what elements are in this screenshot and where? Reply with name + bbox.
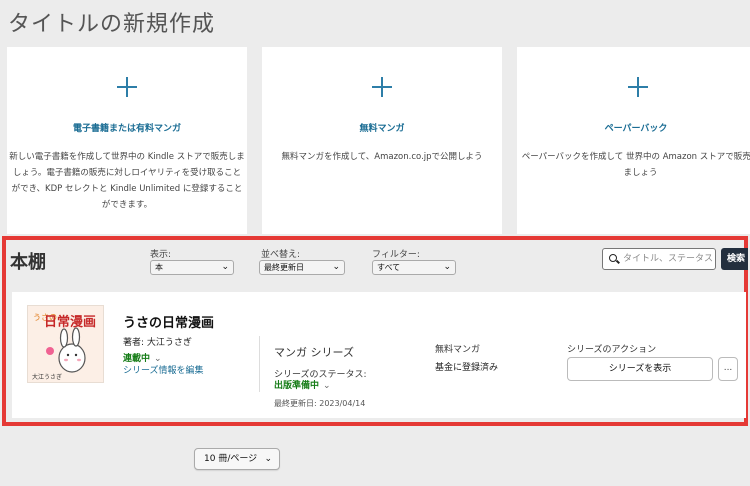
card-description: 無料マンガを作成して、Amazon.co.jpで公開しよう <box>281 152 483 162</box>
page-title: タイトルの新規作成 <box>8 12 216 37</box>
chevron-down-icon: ⌄ <box>332 262 340 272</box>
card-description: 新しい電子書籍を作成して世界中の Kindle ストアで販売しましょう。電子書籍… <box>9 152 245 210</box>
plus-icon <box>628 77 649 97</box>
card-paperback[interactable]: ペーパーバック ペーパーバックを作成して 世界中の Amazon ストアで販売し… <box>517 47 750 234</box>
series-status-dropdown[interactable]: 出版準備中 ⌄ <box>274 378 331 391</box>
series-type: マンガ シリーズ <box>274 346 354 359</box>
display-select[interactable]: 本 ⌄ <box>150 260 234 275</box>
series-actions-label: シリーズのアクション <box>567 345 657 355</box>
book-row: うさの 日常漫画 大江うさぎ うさの日常漫画 著者: 大江うさぎ 連載中 ⌄ シリ… <box>12 292 746 418</box>
bookshelf-section: 本棚 表示: 本 ⌄ 並べ替え: 最終更新日 ⌄ フィルター: すべて ⌄ タイ… <box>2 236 748 426</box>
filter-select-value: すべて <box>377 263 401 272</box>
cover-title: 日常漫画 <box>44 314 96 330</box>
edit-series-link[interactable]: シリーズ情報を編集 <box>123 363 204 376</box>
cover-author: 大江うさぎ <box>32 373 62 381</box>
per-page-select[interactable]: 10 冊/ページ ⌄ <box>194 448 280 470</box>
free-manga-status: 基金に登録済み <box>435 363 499 373</box>
plus-icon <box>117 77 137 97</box>
chevron-down-icon: ⌄ <box>443 262 451 272</box>
per-page-value: 10 冊/ページ <box>204 454 258 464</box>
card-ebook[interactable]: 電子書籍または有料マンガ 新しい電子書籍を作成して世界中の Kindle ストア… <box>7 47 247 234</box>
filter-select[interactable]: すべて ⌄ <box>372 260 456 275</box>
display-label: 表示: <box>150 250 172 260</box>
search-placeholder: タイトル、ステータス <box>623 254 714 264</box>
sort-select-value: 最終更新日 <box>264 263 304 272</box>
chevron-down-icon: ⌄ <box>264 454 272 464</box>
display-select-value: 本 <box>155 263 163 272</box>
book-cover[interactable]: うさの 日常漫画 大江うさぎ <box>27 305 104 383</box>
card-title[interactable]: 電子書籍または有料マンガ <box>7 121 247 134</box>
last-updated: 最終更新日: 2023/04/14 <box>274 399 366 408</box>
book-author: 著者: 大江うさぎ <box>123 338 192 348</box>
show-series-button[interactable]: シリーズを表示 <box>567 357 713 381</box>
card-title[interactable]: ペーパーバック <box>522 121 750 134</box>
search-input[interactable]: タイトル、ステータス <box>602 248 716 270</box>
sort-select[interactable]: 最終更新日 ⌄ <box>259 260 345 275</box>
search-icon <box>609 254 617 262</box>
plus-icon <box>372 77 392 97</box>
filter-label: フィルター: <box>372 250 420 260</box>
search-button[interactable]: 検索 <box>721 248 748 270</box>
card-title[interactable]: 無料マンガ <box>262 121 502 134</box>
chevron-down-icon: ⌄ <box>221 262 229 272</box>
more-actions-button[interactable]: ... <box>718 357 738 381</box>
sort-label: 並べ替え: <box>261 250 301 260</box>
card-description: ペーパーバックを作成して 世界中の Amazon ストアで販売しましょう <box>521 152 750 178</box>
chevron-down-icon: ⌄ <box>323 381 331 391</box>
bookshelf-title: 本棚 <box>10 252 46 273</box>
free-manga-label: 無料マンガ <box>435 345 481 355</box>
divider <box>259 336 260 392</box>
card-free-manga[interactable]: 無料マンガ 無料マンガを作成して、Amazon.co.jpで公開しよう <box>262 47 502 234</box>
series-status-value: 出版準備中 <box>274 381 320 391</box>
book-title[interactable]: うさの日常漫画 <box>123 312 214 331</box>
